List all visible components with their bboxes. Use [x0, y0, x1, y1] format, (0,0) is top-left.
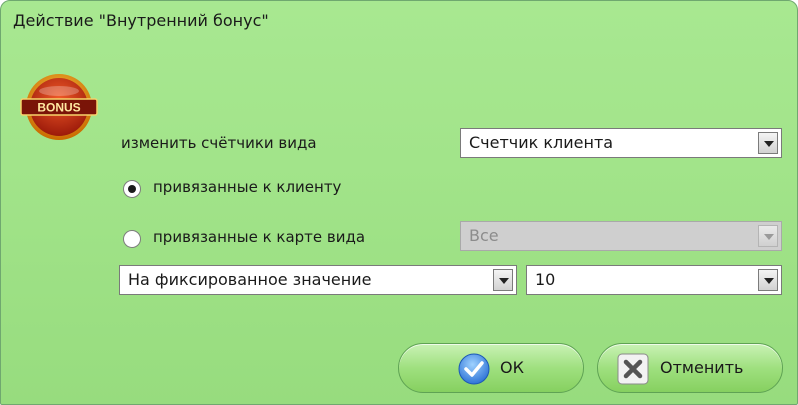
chevron-down-icon[interactable] [758, 132, 778, 154]
dialog-title: Действие "Внутренний бонус" [13, 11, 269, 30]
counter-type-value: Счетчик клиента [469, 133, 614, 152]
radio-bound-to-client[interactable] [123, 180, 141, 198]
operation-value: На фиксированное значение [128, 270, 372, 289]
amount-value: 10 [535, 270, 556, 289]
checkmark-icon [458, 353, 490, 385]
card-type-value: Все [469, 226, 499, 245]
chevron-down-icon[interactable] [758, 269, 778, 291]
change-counters-label: изменить счётчики вида [121, 134, 317, 152]
radio-client-label[interactable]: привязанные к клиенту [153, 178, 341, 196]
svg-text:BONUS: BONUS [37, 101, 80, 115]
chevron-down-icon [758, 225, 778, 247]
dialog-window: Действие "Внутренний бонус" BONUS измени… [0, 0, 798, 405]
operation-select[interactable]: На фиксированное значение [119, 265, 517, 295]
close-icon [617, 353, 649, 385]
radio-card-label[interactable]: привязанные к карте вида [153, 228, 365, 246]
bonus-logo-icon: BONUS [20, 74, 98, 140]
cancel-button-label: Отменить [660, 358, 744, 377]
cancel-button[interactable]: Отменить [597, 343, 783, 393]
ok-button-label: ОК [500, 358, 524, 377]
amount-select[interactable]: 10 [526, 265, 782, 295]
chevron-down-icon[interactable] [493, 269, 513, 291]
card-type-select: Все [460, 221, 782, 251]
radio-bound-to-card[interactable] [123, 230, 141, 248]
ok-button[interactable]: ОК [398, 343, 584, 393]
counter-type-select[interactable]: Счетчик клиента [460, 128, 782, 158]
